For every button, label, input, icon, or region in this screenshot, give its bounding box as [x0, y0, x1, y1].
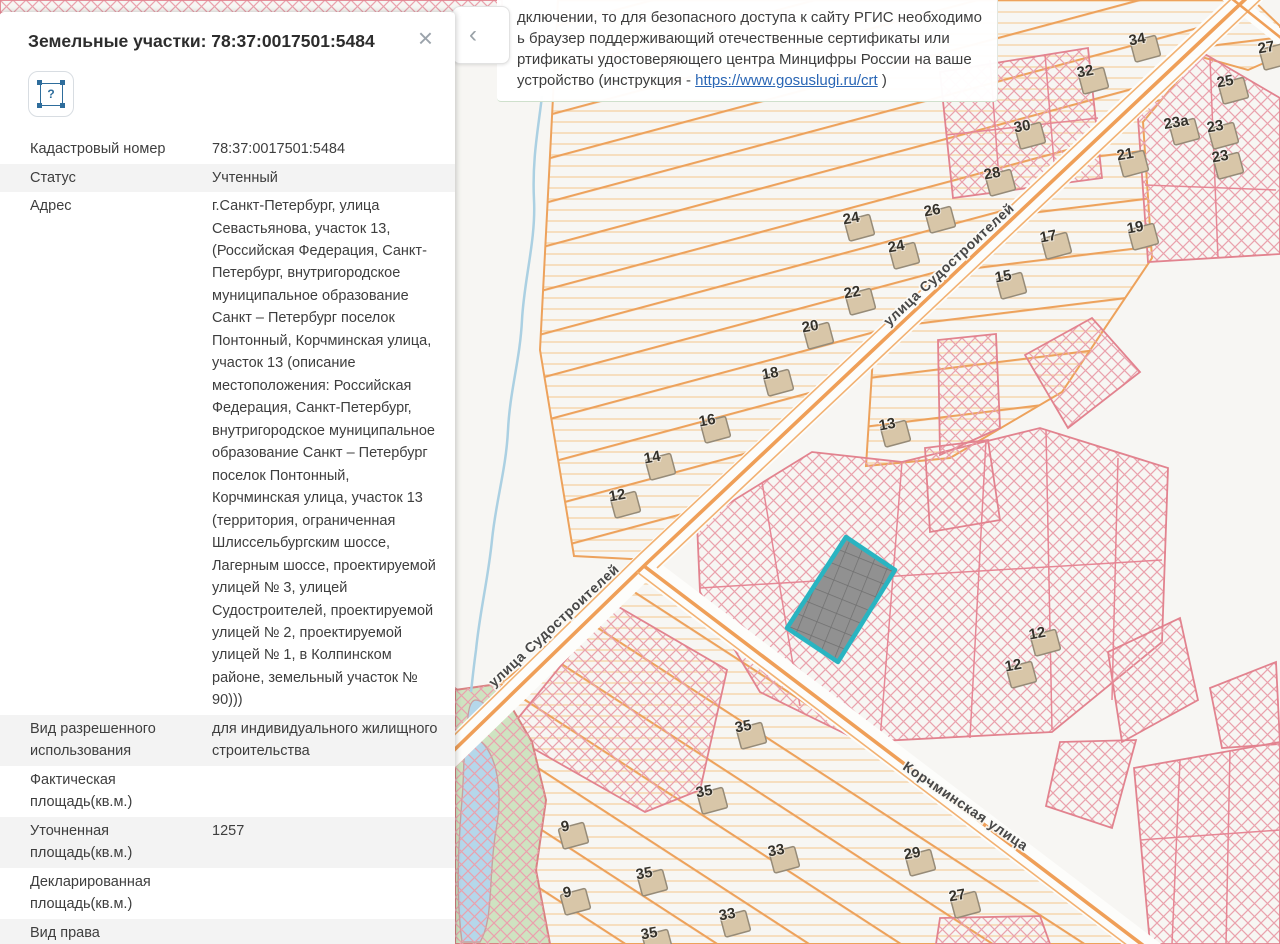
parcel-info-panel: Земельные участки: 78:37:0017501:5484 × … — [0, 12, 455, 944]
certificate-notification: дключении, то для безопасного доступа к … — [497, 0, 998, 102]
house-number-label: 23 — [1206, 117, 1225, 137]
attribute-label: Вид разрешенного использования — [30, 720, 156, 760]
attribute-row: Статус Учтенный — [0, 163, 455, 193]
house-number-label: 21 — [1116, 145, 1135, 165]
attribute-label: Кадастровый номер — [30, 141, 166, 158]
attribute-label: Фактическая площадь(кв.м.) — [30, 771, 133, 811]
attribute-label: Декларированная площадь(кв.м.) — [30, 873, 151, 913]
panel-collapse-button[interactable]: ‹ — [452, 6, 510, 64]
house-number-label: 23 — [1211, 147, 1230, 167]
house-number-label: 15 — [994, 267, 1013, 287]
house-number-label: 35 — [695, 782, 714, 802]
house-number-label: 27 — [948, 886, 967, 906]
house-number-label: 30 — [1013, 117, 1032, 137]
attribute-row: Декларированная площадь(кв.м.) — [0, 868, 455, 919]
select-area-icon: ? — [37, 80, 65, 109]
house-number-label: 12 — [1004, 656, 1023, 676]
house-number-label: 17 — [1039, 227, 1058, 247]
attribute-value — [212, 871, 438, 916]
house-number-label: 26 — [923, 201, 942, 221]
attribute-label: Статус — [30, 169, 76, 186]
house-number-label: 35 — [635, 864, 654, 884]
house-number-label: 35 — [734, 717, 753, 737]
notification-text: устройство (инструкция - — [517, 72, 696, 89]
rgis-app: 34 32 30 28 26 24 24 22 20 18 16 14 12 25 23а 23 23 27 21 1… — [0, 0, 1280, 944]
house-number-label: 33 — [718, 905, 737, 925]
attribute-row: Вид разрешенного использования для индиви… — [0, 714, 455, 766]
identify-area-tool-button[interactable]: ? — [28, 71, 74, 118]
chevron-left-icon: ‹ — [469, 21, 477, 48]
attribute-label: Вид права — [30, 924, 100, 941]
house-number-label: 13 — [878, 415, 897, 435]
attribute-value: Учтенный — [212, 169, 278, 186]
attribute-value: 78:37:0017501:5484 — [212, 141, 346, 158]
house-number-label: 35 — [640, 924, 659, 944]
notification-text-line: ь браузер поддерживающий отечественные с… — [517, 30, 950, 47]
attribute-value: г.Санкт-Петербург, улица Севастьянова, у… — [212, 198, 436, 709]
house-number-label: 25 — [1216, 72, 1235, 92]
house-number-label: 22 — [843, 283, 862, 303]
attribute-value: 1257 — [212, 822, 245, 839]
attribute-row: Вид права — [0, 918, 455, 944]
attribute-row: Адрес г.Санкт-Петербург, улица Севастьяно… — [0, 192, 455, 715]
house-number-label: 29 — [903, 844, 922, 864]
panel-header: Земельные участки: 78:37:0017501:5484 × — [0, 12, 455, 55]
attribute-label: Уточненная площадь(кв.м.) — [30, 822, 133, 862]
attribute-value — [212, 922, 438, 944]
attribute-table: Кадастровый номер 78:37:0017501:5484 Стату… — [0, 135, 455, 944]
attribute-label: Адрес — [30, 198, 72, 215]
attribute-row: Кадастровый номер 78:37:0017501:5484 — [0, 135, 455, 163]
panel-title: Земельные участки: 78:37:0017501:5484 — [28, 31, 375, 51]
house-number-label: 19 — [1126, 218, 1145, 238]
house-number-label: 20 — [801, 317, 820, 337]
house-number-label: 18 — [761, 364, 780, 384]
house-number-label: 12 — [608, 486, 627, 506]
house-number-label: 12 — [1028, 624, 1047, 644]
attribute-row: Фактическая площадь(кв.м.) — [0, 766, 455, 817]
house-number-label: 28 — [983, 164, 1002, 184]
close-icon[interactable]: × — [418, 25, 433, 51]
house-number-label: 32 — [1076, 62, 1095, 82]
attribute-value — [212, 769, 438, 814]
notification-text-suffix: ) — [877, 72, 887, 89]
attribute-row: Уточненная площадь(кв.м.) 1257 — [0, 816, 455, 868]
notification-last-line: устройство (инструкция - https://www.gos… — [517, 70, 985, 91]
attribute-value: для индивидуального жилищного строительс… — [212, 720, 438, 760]
notification-text-line: дключении, то для безопасного доступа к … — [517, 9, 982, 26]
gosuslugi-crt-link[interactable]: https://www.gosuslugi.ru/crt — [695, 72, 878, 89]
house-number-label: 27 — [1257, 38, 1276, 58]
house-number-label: 33 — [767, 841, 786, 861]
notification-text-line: ртификаты удостоверяющего центра Минцифр… — [517, 51, 972, 68]
house-number-label: 16 — [698, 411, 717, 431]
